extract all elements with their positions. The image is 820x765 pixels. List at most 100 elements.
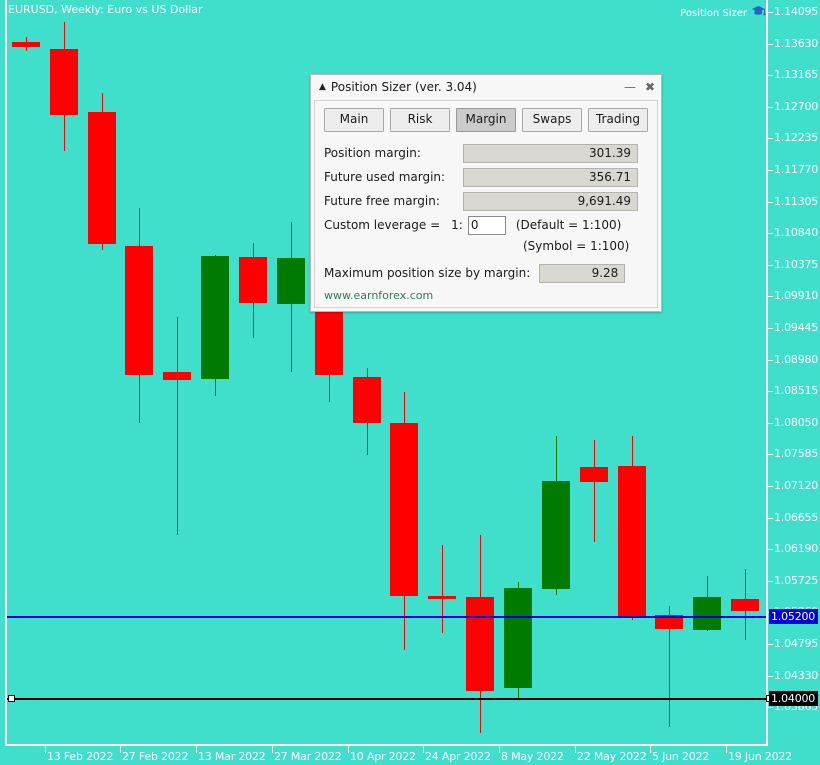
price-tick [768, 170, 773, 171]
titlebar-buttons: — ✖ [624, 81, 655, 93]
price-tick [768, 518, 773, 519]
candle-body [580, 467, 608, 482]
price-tick-label: 1.08980 [774, 353, 818, 366]
tab-main[interactable]: Main [324, 108, 384, 132]
candle-body [693, 597, 721, 630]
candle-body [277, 258, 305, 304]
indicator-label-position-sizer[interactable]: Position Sizer [680, 5, 766, 21]
tab-trading[interactable]: Trading [588, 108, 648, 132]
price-tick [768, 581, 773, 582]
price-tick-label: 1.11305 [774, 195, 818, 208]
price-scale-axis[interactable] [766, 0, 768, 746]
time-tick-label: 24 Apr 2022 [425, 750, 491, 763]
time-tick-label: 13 Mar 2022 [198, 750, 266, 763]
time-tick [45, 746, 46, 753]
candle-wick [442, 545, 443, 633]
time-tick [348, 746, 349, 753]
label-leverage-prefix: 1: [451, 218, 463, 232]
field-row-future-used-margin: Future used margin: 356.71 [324, 167, 648, 187]
field-row-max-position-size: Maximum position size by margin: 9.28 [324, 263, 648, 283]
candle-body [542, 481, 570, 590]
position-sizer-panel[interactable]: ▲ Position Sizer (ver. 3.04) — ✖ MainRis… [310, 74, 662, 312]
value-future-free-margin: 9,691.49 [463, 192, 638, 211]
stop-loss-line-price-tag[interactable]: 1.04000 [769, 691, 818, 706]
price-tick-label: 1.12235 [774, 131, 818, 144]
label-position-margin: Position margin: [324, 146, 463, 160]
candle-wick [594, 440, 595, 542]
candle-body [390, 423, 418, 596]
price-tick-label: 1.10840 [774, 226, 818, 239]
close-icon[interactable]: ✖ [645, 81, 655, 93]
candle-body [618, 466, 646, 617]
label-future-used-margin: Future used margin: [324, 170, 463, 184]
chart-title: EURUSD, Weekly: Euro vs US Dollar [8, 3, 203, 16]
earnforex-link[interactable]: www.earnforex.com [324, 289, 648, 302]
time-tick [196, 746, 197, 753]
price-tick-label: 1.06655 [774, 511, 818, 524]
price-tick [768, 328, 773, 329]
candle-body [731, 599, 759, 611]
label-custom-leverage: Custom leverage = [324, 218, 440, 232]
hint-symbol-leverage: (Symbol = 1:100) [523, 239, 629, 253]
price-tick [768, 644, 773, 645]
price-tick-label: 1.04795 [774, 637, 818, 650]
time-tick-label: 10 Apr 2022 [350, 750, 416, 763]
price-tick [768, 549, 773, 550]
price-tick-label: 1.13165 [774, 68, 818, 81]
price-tick-label: 1.04330 [774, 669, 818, 682]
time-tick-label: 22 May 2022 [577, 750, 647, 763]
minimize-icon[interactable]: — [624, 81, 636, 93]
price-tick [768, 75, 773, 76]
tab-swaps[interactable]: Swaps [522, 108, 582, 132]
price-tick [768, 676, 773, 677]
price-tick [768, 107, 773, 108]
time-tick [499, 746, 500, 753]
time-tick-label: 8 May 2022 [501, 750, 564, 763]
price-tick-label: 1.14095 [774, 5, 818, 18]
collapse-triangle-icon[interactable]: ▲ [319, 83, 326, 92]
panel-body: MainRiskMarginSwapsTrading Position marg… [314, 100, 658, 308]
value-max-position-size: 9.28 [539, 264, 625, 283]
tab-risk[interactable]: Risk [390, 108, 450, 132]
price-tick [768, 423, 773, 424]
price-tick-label: 1.05725 [774, 574, 818, 587]
time-tick-label: 13 Feb 2022 [47, 750, 113, 763]
time-tick-label: 27 Feb 2022 [122, 750, 188, 763]
price-tick-label: 1.06190 [774, 542, 818, 555]
candle-body [239, 257, 267, 303]
candle-body [201, 256, 229, 379]
panel-title: Position Sizer (ver. 3.04) [331, 80, 477, 94]
candle-wick [177, 317, 178, 534]
price-tick-label: 1.07120 [774, 479, 818, 492]
candle-body [12, 42, 40, 47]
entry-line-price-tag[interactable]: 1.05200 [769, 609, 818, 624]
panel-titlebar[interactable]: ▲ Position Sizer (ver. 3.04) — ✖ [311, 75, 661, 99]
candle-body [353, 377, 381, 423]
field-row-symbol-leverage: (Symbol = 1:100) [324, 236, 648, 256]
field-row-position-margin: Position margin: 301.39 [324, 143, 648, 163]
field-row-custom-leverage: Custom leverage = 1: (Default = 1:100) [324, 215, 648, 235]
price-tick [768, 233, 773, 234]
indicator-label-text: Position Sizer [680, 8, 747, 19]
price-tick-label: 1.13630 [774, 37, 818, 50]
price-tick-label: 1.08515 [774, 384, 818, 397]
time-tick [120, 746, 121, 753]
price-tick-label: 1.09910 [774, 289, 818, 302]
price-tick [768, 138, 773, 139]
value-future-used-margin: 356.71 [463, 168, 638, 187]
price-tick [768, 707, 773, 708]
stop-loss-line[interactable] [7, 698, 766, 700]
stop-loss-drag-handle[interactable] [8, 695, 15, 702]
candle-body [88, 112, 116, 244]
custom-leverage-input[interactable] [468, 216, 506, 235]
price-tick-label: 1.07585 [774, 447, 818, 460]
price-tick [768, 265, 773, 266]
tab-margin[interactable]: Margin [456, 108, 516, 132]
time-tick [726, 746, 727, 753]
time-tick [575, 746, 576, 753]
price-tick-label: 1.12700 [774, 100, 818, 113]
panel-tab-row: MainRiskMarginSwapsTrading [324, 108, 648, 132]
entry-line[interactable] [7, 616, 766, 618]
price-tick [768, 454, 773, 455]
label-future-free-margin: Future free margin: [324, 194, 463, 208]
